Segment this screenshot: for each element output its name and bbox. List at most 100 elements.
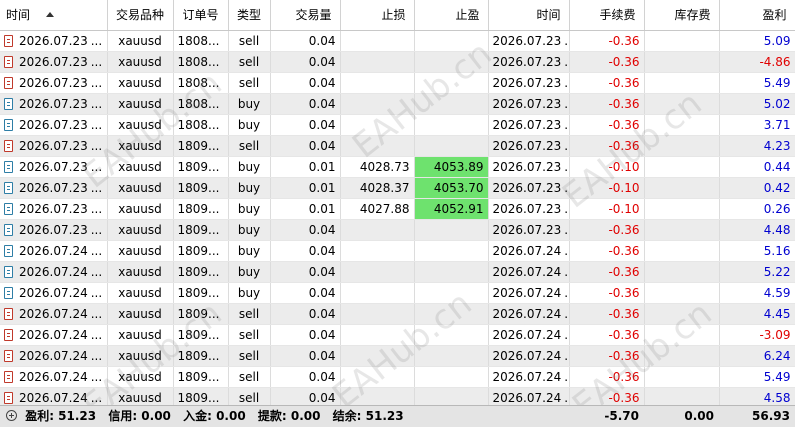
table-row[interactable]: 2026.07.23... xauusd 1808... sell 0.04 2026.0… (0, 30, 795, 52)
cell-take-profit: 4053.70 (414, 177, 489, 199)
buy-order-icon (4, 202, 13, 215)
cell-ticket: 1809... (173, 135, 229, 157)
column-header-volume[interactable]: 交易量 (270, 0, 341, 31)
column-header-commission[interactable]: 手续费 (569, 0, 645, 31)
cell-profit: -3.09 (719, 324, 795, 346)
cell-profit: 4.48 (719, 219, 795, 241)
column-header-time[interactable]: 时间 (0, 0, 108, 31)
cell-stop-loss (340, 282, 415, 304)
cell-symbol: xauusd (107, 303, 174, 325)
column-header-type[interactable]: 类型 (228, 0, 271, 31)
table-row[interactable]: 2026.07.23... xauusd 1809... buy 0.01 4028.37… (0, 177, 795, 199)
sell-order-icon (4, 34, 13, 47)
cell-volume: 0.04 (270, 93, 341, 115)
table-row[interactable]: 2026.07.23... xauusd 1809... buy 0.01 4027.88… (0, 198, 795, 220)
cell-swap (644, 51, 720, 73)
cell-close-time: 2026.07.24... (488, 282, 570, 304)
cell-ticket: 1809... (173, 366, 229, 388)
column-header-ticket[interactable]: 订单号 (173, 0, 229, 31)
cell-type: buy (228, 282, 271, 304)
cell-take-profit (414, 366, 489, 388)
expand-plus-icon[interactable] (6, 410, 17, 421)
cell-time: 2026.07.24... (0, 366, 108, 388)
cell-symbol: xauusd (107, 261, 174, 283)
table-row[interactable]: 2026.07.23... xauusd 1808... sell 0.04 2026.0… (0, 51, 795, 73)
cell-commission: -0.10 (569, 198, 645, 220)
table-row[interactable]: 2026.07.24... xauusd 1809... buy 0.04 2026.07… (0, 240, 795, 262)
cell-volume: 0.01 (270, 156, 341, 178)
cell-swap (644, 93, 720, 115)
table-row[interactable]: 2026.07.23... xauusd 1808... sell 0.04 2026.0… (0, 72, 795, 94)
cell-profit: 5.16 (719, 240, 795, 262)
cell-ticket: 1809... (173, 282, 229, 304)
sell-order-icon (4, 307, 13, 320)
cell-stop-loss (340, 303, 415, 325)
cell-stop-loss (340, 30, 415, 52)
cell-type: sell (228, 324, 271, 346)
sell-order-icon (4, 76, 13, 89)
cell-swap (644, 72, 720, 94)
cell-close-time: 2026.07.23... (488, 30, 570, 52)
table-row[interactable]: 2026.07.23... xauusd 1809... sell 0.04 2026.0… (0, 135, 795, 157)
column-header-stop-loss[interactable]: 止损 (340, 0, 415, 31)
cell-volume: 0.04 (270, 366, 341, 388)
table-row[interactable]: 2026.07.24... xauusd 1809... sell 0.04 2026.0… (0, 303, 795, 325)
cell-take-profit (414, 219, 489, 241)
cell-time: 2026.07.23... (0, 93, 108, 115)
cell-symbol: xauusd (107, 282, 174, 304)
summary-credit: 信用: 0.00 (108, 409, 171, 423)
cell-symbol: xauusd (107, 30, 174, 52)
table-row[interactable]: 2026.07.23... xauusd 1809... buy 0.04 2026.07… (0, 219, 795, 241)
cell-stop-loss: 4027.88 (340, 198, 415, 220)
cell-stop-loss (340, 366, 415, 388)
cell-type: buy (228, 156, 271, 178)
cell-symbol: xauusd (107, 240, 174, 262)
cell-type: sell (228, 72, 271, 94)
table-row[interactable]: 2026.07.23... xauusd 1808... buy 0.04 2026.07… (0, 93, 795, 115)
cell-commission: -0.36 (569, 93, 645, 115)
buy-order-icon (4, 160, 13, 173)
cell-ticket: 1808... (173, 30, 229, 52)
table-row[interactable]: 2026.07.24... xauusd 1809... sell 0.04 2026.0… (0, 366, 795, 388)
sort-ascending-icon (46, 11, 55, 17)
column-header-take-profit[interactable]: 止盈 (414, 0, 489, 31)
table-row[interactable]: 2026.07.23... xauusd 1809... buy 0.01 4028.73… (0, 156, 795, 178)
cell-profit: 5.09 (719, 30, 795, 52)
cell-take-profit (414, 114, 489, 136)
cell-profit: 5.22 (719, 261, 795, 283)
table-row[interactable]: 2026.07.24... xauusd 1809... buy 0.04 2026.07… (0, 282, 795, 304)
table-header: 时间 交易品种 订单号 类型 交易量 止损 止盈 时间 手续费 库存费 盈利 (0, 0, 795, 31)
cell-stop-loss (340, 345, 415, 367)
cell-symbol: xauusd (107, 366, 174, 388)
cell-type: buy (228, 240, 271, 262)
cell-type: buy (228, 93, 271, 115)
cell-time: 2026.07.24... (0, 240, 108, 262)
cell-stop-loss (340, 135, 415, 157)
cell-time: 2026.07.23... (0, 198, 108, 220)
column-header-close-time[interactable]: 时间 (488, 0, 570, 31)
column-header-swap[interactable]: 库存费 (644, 0, 720, 31)
cell-take-profit (414, 345, 489, 367)
cell-type: sell (228, 30, 271, 52)
cell-close-time: 2026.07.24... (488, 240, 570, 262)
column-header-symbol[interactable]: 交易品种 (107, 0, 174, 31)
table-row[interactable]: 2026.07.24... xauusd 1809... sell 0.04 2026.0… (0, 345, 795, 367)
cell-profit: 0.42 (719, 177, 795, 199)
cell-commission: -0.36 (569, 240, 645, 262)
cell-volume: 0.04 (270, 135, 341, 157)
cell-volume: 0.04 (270, 345, 341, 367)
cell-swap (644, 345, 720, 367)
summary-balance: 结余: 51.23 (332, 409, 404, 423)
cell-close-time: 2026.07.23... (488, 198, 570, 220)
cell-take-profit (414, 93, 489, 115)
table-row[interactable]: 2026.07.23... xauusd 1808... buy 0.04 2026.07… (0, 114, 795, 136)
table-row[interactable]: 2026.07.24... xauusd 1809... sell 0.04 2026.0… (0, 324, 795, 346)
column-header-profit[interactable]: 盈利 (719, 0, 795, 31)
table-row[interactable]: 2026.07.24... xauusd 1809... buy 0.04 2026.07… (0, 261, 795, 283)
cell-commission: -0.10 (569, 177, 645, 199)
cell-swap (644, 156, 720, 178)
buy-order-icon (4, 265, 13, 278)
cell-profit: 4.23 (719, 135, 795, 157)
cell-stop-loss (340, 114, 415, 136)
cell-stop-loss (340, 93, 415, 115)
